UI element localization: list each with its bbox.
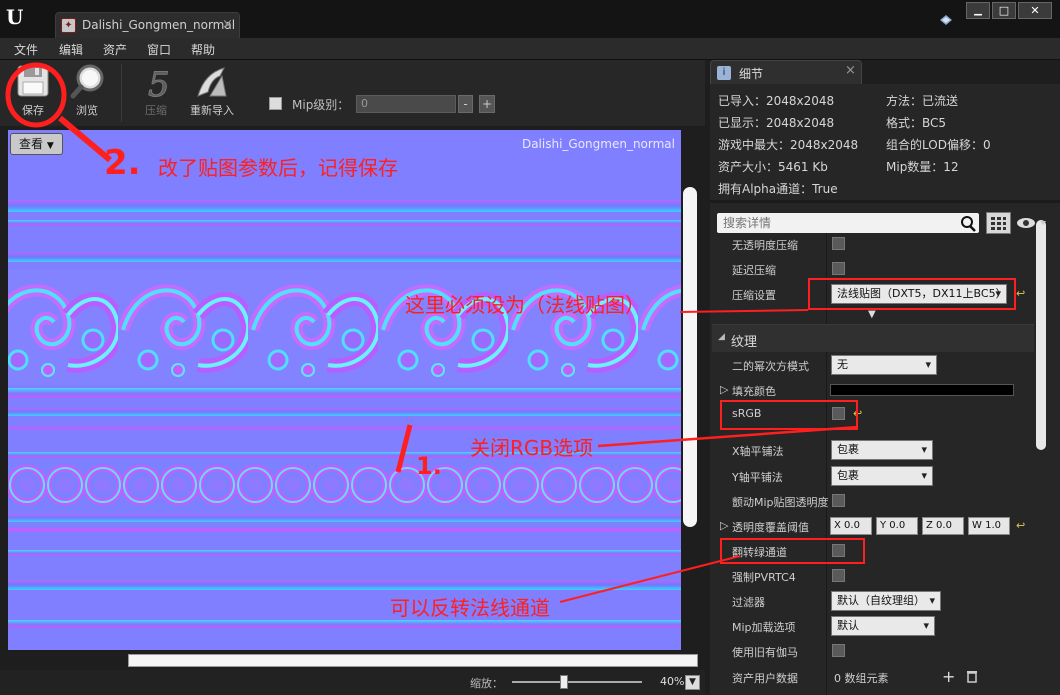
- step1-number: 1.: [416, 452, 442, 480]
- save-arrow-line: [58, 115, 112, 163]
- flip-highlight-box: [720, 538, 865, 564]
- step1-stroke: [395, 424, 413, 473]
- compression-highlight-box: [808, 278, 1016, 310]
- flip-pointer-line: [559, 555, 741, 603]
- compression-note: 这里必须设为（法线贴图）: [405, 293, 645, 317]
- flip-channel-note: 可以反转法线通道: [390, 596, 550, 620]
- step2-number: 2.: [104, 143, 141, 183]
- srgb-highlight-box: [720, 400, 858, 430]
- compression-pointer-line: [679, 309, 809, 313]
- srgb-note: 关闭RGB选项: [470, 436, 594, 460]
- step2-note: 改了贴图参数后，记得保存: [158, 156, 398, 180]
- annotation-overlay: [5, 62, 859, 603]
- save-highlight-circle: [5, 62, 67, 128]
